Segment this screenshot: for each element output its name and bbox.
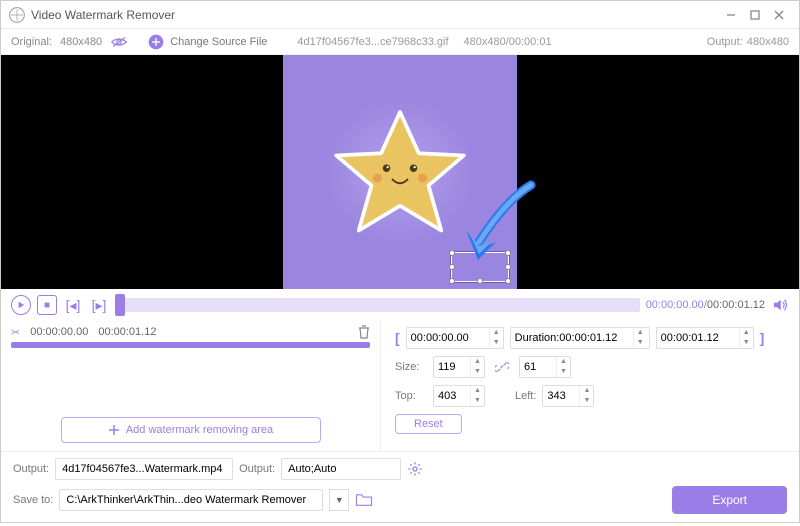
range-duration-input[interactable]: ▲▼ (510, 327, 650, 349)
window-title: Video Watermark Remover (31, 8, 719, 22)
video-preview[interactable] (1, 55, 799, 289)
bracket-start[interactable]: [ (395, 330, 400, 346)
top-label: Top: (395, 390, 427, 402)
video-frame (283, 55, 517, 289)
original-label: Original: (11, 36, 52, 48)
add-area-button[interactable]: Add watermark removing area (61, 417, 321, 443)
maximize-button[interactable] (743, 3, 767, 27)
play-button[interactable] (11, 295, 31, 315)
preview-toggle-icon[interactable] (110, 36, 128, 48)
output-dim: 480x480 (747, 36, 789, 48)
top-input[interactable]: ▲▼ (433, 385, 485, 407)
cut-icon: ✂ (11, 326, 20, 339)
save-to-input[interactable] (59, 489, 323, 511)
star-graphic (325, 97, 475, 247)
original-info: Original: 480x480 (11, 36, 128, 48)
toolbar: Original: 480x480 Change Source File 4d1… (1, 29, 799, 55)
output-label: Output: (707, 36, 743, 48)
width-input[interactable]: ▲▼ (433, 356, 485, 378)
frame-back-button[interactable]: [◂] (63, 295, 83, 315)
app-icon (9, 7, 25, 23)
bracket-end[interactable]: ] (760, 330, 765, 346)
clip-row[interactable]: ✂ 00:00:00.00 00:00:01.12 (11, 325, 370, 339)
output-file-input[interactable] (55, 458, 233, 480)
change-source-button[interactable]: Change Source File (170, 36, 267, 48)
delete-clip-icon[interactable] (358, 325, 370, 339)
output-file-label: Output: (13, 463, 49, 475)
add-icon[interactable] (148, 34, 164, 50)
output-format-input[interactable] (281, 458, 401, 480)
output-format-label: Output: (239, 463, 275, 475)
open-folder-icon[interactable] (355, 493, 373, 507)
settings-icon[interactable] (407, 461, 423, 477)
time-display: 00:00:00.00/00:00:01.12 (646, 299, 765, 311)
save-to-label: Save to: (13, 494, 53, 506)
left-label: Left: (515, 390, 536, 402)
export-button[interactable]: Export (672, 486, 787, 514)
selection-box[interactable] (451, 252, 509, 282)
frame-fwd-button[interactable]: [▸] (89, 295, 109, 315)
progress-head[interactable] (115, 294, 125, 316)
save-to-dropdown[interactable]: ▼ (329, 489, 349, 511)
clip-end: 00:00:01.12 (98, 326, 156, 338)
range-end-input[interactable]: ▲▼ (656, 327, 754, 349)
left-input[interactable]: ▲▼ (542, 385, 594, 407)
clip-progress[interactable] (11, 342, 370, 348)
plus-icon (108, 424, 120, 436)
range-start-input[interactable]: ▲▼ (406, 327, 504, 349)
height-input[interactable]: ▲▼ (519, 356, 571, 378)
source-dimensions: 480x480/00:00:01 (464, 36, 552, 48)
reset-button[interactable]: Reset (395, 414, 462, 434)
clips-panel: ✂ 00:00:00.00 00:00:01.12 Add watermark … (1, 321, 381, 451)
progress-bar[interactable] (115, 298, 640, 312)
size-label: Size: (395, 361, 427, 373)
volume-icon[interactable] (771, 296, 789, 314)
properties-panel: [ ▲▼ ▲▼ ▲▼ ] Size: ▲▼ ▲▼ Top: ▲▼ Left: ▲… (381, 321, 799, 451)
source-filename: 4d17f04567fe3...ce7968c33.gif (297, 36, 448, 48)
playback-controls: [◂] [▸] 00:00:00.00/00:00:01.12 (1, 289, 799, 321)
original-dim: 480x480 (60, 36, 102, 48)
titlebar: Video Watermark Remover (1, 1, 799, 29)
link-icon[interactable] (495, 360, 509, 374)
clip-start: 00:00:00.00 (30, 326, 88, 338)
bottom-bar: Output: Output: Save to: ▼ Export (1, 451, 799, 526)
stop-button[interactable] (37, 295, 57, 315)
minimize-button[interactable] (719, 3, 743, 27)
close-button[interactable] (767, 3, 791, 27)
